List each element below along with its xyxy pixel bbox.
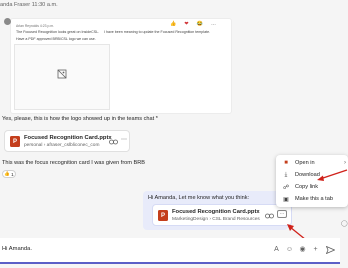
- quoted-text-1: The Focused Recognition looks great on I…: [16, 30, 100, 34]
- powerpoint-icon: P: [10, 136, 20, 147]
- download-icon: ⤓: [284, 171, 288, 178]
- avatar: [4, 18, 11, 25]
- link-icon: ☍: [282, 184, 290, 191]
- format-icon[interactable]: A​: [272, 245, 281, 254]
- message-text: This was the focus recognition card I wa…: [2, 160, 146, 166]
- link-icon[interactable]: [109, 139, 118, 145]
- sticker-icon[interactable]: ◉: [298, 245, 307, 254]
- file-path: MarketingDesign › CSL Brand Resources: [172, 217, 260, 222]
- send-icon[interactable]: [326, 246, 335, 254]
- menu-item-label: Make this a tab: [295, 196, 333, 202]
- sender-line: anda Fraser 11:30 a.m.: [0, 2, 58, 8]
- more-options-icon[interactable]: ⋯: [121, 136, 127, 143]
- broken-image-icon: [57, 69, 67, 79]
- compose-toolbar: A​ ☺ ◉ +: [272, 245, 320, 254]
- more-reactions-icon[interactable]: …: [211, 20, 216, 29]
- reaction-pill[interactable]: 👍 1: [2, 170, 16, 178]
- heart-reaction-icon[interactable]: ❤: [184, 20, 188, 29]
- file-name[interactable]: Focused Recognition Card.pptx: [24, 135, 112, 141]
- quoted-meta: Arlan Reynolds 4:23 p.m.: [16, 24, 55, 28]
- quoted-text-2: I have been meaning to update the Focuse…: [104, 30, 211, 34]
- laugh-reaction-icon[interactable]: 😂: [197, 20, 203, 29]
- menu-item-label: Copy link: [295, 184, 319, 190]
- message-text: Yes, please, this is how the logo showed…: [2, 116, 158, 122]
- like-reaction-icon: 👍: [4, 171, 11, 176]
- menu-item-make-tab[interactable]: ▣ Make this a tab: [276, 193, 348, 205]
- compose-input[interactable]: Hi Amanda.: [2, 246, 32, 252]
- powerpoint-icon: P: [158, 210, 168, 221]
- tab-icon: ▣: [283, 196, 289, 203]
- reaction-count: 1: [11, 171, 14, 177]
- like-reaction-icon[interactable]: 👍: [170, 20, 176, 29]
- chevron-right-icon: ›: [344, 160, 346, 166]
- seen-icon: ◯: [341, 221, 348, 227]
- link-icon[interactable]: [265, 213, 274, 219]
- quoted-text-3: Have a PDF approved BRB/CSL logo we can …: [16, 37, 96, 41]
- file-path: personal › afraser_cslbliconec_com: [24, 143, 100, 148]
- open-in-icon: ■: [284, 160, 288, 166]
- more-options-button[interactable]: ⋯: [277, 210, 287, 218]
- emoji-icon[interactable]: ☺: [285, 245, 294, 254]
- file-attachment-card[interactable]: P Focused Recognition Card.pptx Marketin…: [152, 204, 292, 226]
- file-attachment-card[interactable]: P Focused Recognition Card.pptx personal…: [4, 130, 130, 152]
- file-name[interactable]: Focused Recognition Card.pptx: [172, 209, 260, 215]
- menu-item-label: Open in: [295, 160, 315, 166]
- reaction-bar: 👍 ❤ 😂 …: [168, 20, 218, 29]
- add-icon[interactable]: +: [311, 245, 320, 254]
- outgoing-message-text: Hi Amanda, Let me know what you think:: [148, 195, 250, 201]
- annotation-arrow-download: [317, 169, 348, 181]
